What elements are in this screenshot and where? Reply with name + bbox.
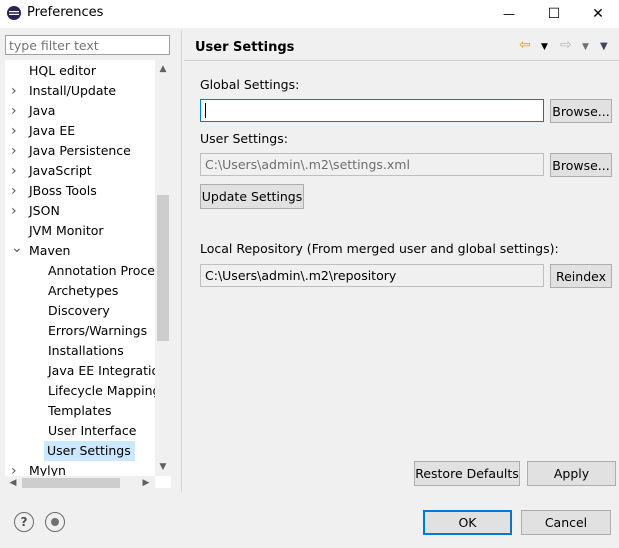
- tree-item-label: Java Persistence: [29, 143, 131, 158]
- collapse-chevron-icon[interactable]: ⌄: [11, 238, 23, 258]
- apply-button[interactable]: Apply: [527, 461, 616, 486]
- user-settings-field[interactable]: C:\Users\admin\.m2\settings.xml: [200, 153, 544, 176]
- help-icon[interactable]: ?: [14, 512, 34, 532]
- tree-hscroll-thumb[interactable]: [22, 478, 120, 488]
- scroll-up-arrow-icon[interactable]: ▲: [156, 62, 170, 76]
- tree-item-label: Errors/Warnings: [48, 323, 148, 338]
- expand-chevron-icon[interactable]: ›: [11, 181, 21, 201]
- ok-button[interactable]: OK: [423, 510, 512, 535]
- minimize-icon: —: [503, 7, 515, 21]
- tree-item-label: Lifecycle Mapping: [48, 383, 161, 398]
- tree-item-label: Archetypes: [48, 283, 119, 298]
- tree-item[interactable]: User Interface: [48, 421, 136, 441]
- global-settings-field[interactable]: [200, 99, 544, 122]
- tree-item-label: Install/Update: [29, 83, 117, 98]
- panel-divider[interactable]: [181, 30, 182, 492]
- tree-scroll-thumb[interactable]: [157, 195, 169, 341]
- tree-item[interactable]: Archetypes: [48, 281, 118, 301]
- text-caret: [205, 103, 206, 118]
- user-settings-label: User Settings:: [200, 131, 288, 146]
- tree-item[interactable]: Errors/Warnings: [48, 321, 147, 341]
- minimize-button[interactable]: —: [488, 0, 530, 28]
- record-icon[interactable]: [45, 512, 65, 532]
- tree-item[interactable]: › Java Persistence: [11, 141, 131, 161]
- tree-item[interactable]: › Java: [11, 101, 56, 121]
- expand-chevron-icon[interactable]: ›: [11, 201, 21, 221]
- tree-item[interactable]: › JBoss Tools: [11, 181, 97, 201]
- restore-defaults-button[interactable]: Restore Defaults: [414, 461, 520, 486]
- expand-chevron-icon[interactable]: ›: [11, 81, 21, 101]
- tree-item-label: JSON: [29, 203, 60, 218]
- tree-item-label: Maven: [29, 243, 71, 258]
- tree-item[interactable]: Discovery: [48, 301, 110, 321]
- tree-item-label: HQL editor: [29, 63, 96, 78]
- tree-item[interactable]: Annotation Proces: [48, 261, 161, 281]
- maximize-icon: ☐: [547, 6, 561, 22]
- close-button[interactable]: ✕: [577, 0, 619, 28]
- tree-item[interactable]: › JavaScript: [11, 161, 92, 181]
- forward-arrow-icon[interactable]: ⇨: [560, 37, 572, 53]
- view-menu-icon[interactable]: ▼: [600, 41, 608, 52]
- tree-item-label: User Settings: [47, 443, 131, 458]
- forward-dropdown-icon[interactable]: ▼: [582, 42, 589, 52]
- tree-item[interactable]: Installations: [48, 341, 124, 361]
- back-dropdown-icon[interactable]: ▼: [541, 42, 548, 52]
- tree-item[interactable]: › Java EE: [11, 121, 76, 141]
- tree-item-label: User Interface: [48, 423, 137, 438]
- tree-item[interactable]: User Settings: [44, 441, 135, 461]
- tree-item-label: Annotation Proces: [48, 263, 162, 278]
- tree-item[interactable]: › JSON: [11, 201, 60, 221]
- back-arrow-icon[interactable]: ⇦: [519, 37, 531, 53]
- tree-item-label: JavaScript: [29, 163, 92, 178]
- tree-item-label: JVM Monitor: [29, 223, 104, 238]
- filter-input[interactable]: [5, 35, 170, 55]
- tree-item[interactable]: Java EE Integratio: [48, 361, 159, 381]
- cancel-button[interactable]: Cancel: [521, 510, 611, 535]
- scroll-left-arrow-icon[interactable]: ◀: [6, 476, 20, 490]
- help-glyph: ?: [20, 515, 28, 529]
- header-separator: [184, 60, 619, 61]
- tree-item[interactable]: Templates: [48, 401, 112, 421]
- tree-item[interactable]: JVM Monitor: [29, 221, 104, 241]
- global-browse-button[interactable]: Browse...: [550, 99, 612, 123]
- local-repository-label: Local Repository (From merged user and g…: [200, 241, 559, 256]
- tree-item-label: Discovery: [48, 303, 110, 318]
- tree-item-label: Java EE Integratio: [48, 363, 160, 378]
- page-title: User Settings: [195, 40, 295, 55]
- tree-item[interactable]: ⌄ Maven: [11, 240, 71, 261]
- tree-item-label: Java: [29, 103, 56, 118]
- eclipse-app-icon: [7, 6, 21, 20]
- expand-chevron-icon[interactable]: ›: [11, 101, 21, 121]
- expand-chevron-icon[interactable]: ›: [11, 141, 21, 161]
- scroll-right-arrow-icon[interactable]: ▶: [139, 476, 153, 490]
- update-settings-button[interactable]: Update Settings: [200, 184, 304, 209]
- tree-item[interactable]: HQL editor: [29, 61, 96, 81]
- tree-item[interactable]: › Install/Update: [11, 81, 117, 101]
- user-browse-button[interactable]: Browse...: [550, 153, 612, 177]
- tree-item-label: Templates: [48, 403, 112, 418]
- global-settings-label: Global Settings:: [200, 77, 300, 92]
- expand-chevron-icon[interactable]: ›: [11, 161, 21, 181]
- record-dot: [51, 518, 59, 526]
- maximize-button[interactable]: ☐: [533, 0, 575, 28]
- tree-item-label: Java EE: [29, 123, 76, 138]
- tree-item[interactable]: Lifecycle Mapping: [48, 381, 160, 401]
- scroll-down-arrow-icon[interactable]: ▼: [156, 460, 170, 474]
- tree-item-label: Installations: [48, 343, 124, 358]
- reindex-button[interactable]: Reindex: [550, 264, 612, 288]
- window-title: Preferences: [27, 5, 104, 20]
- expand-chevron-icon[interactable]: ›: [11, 121, 21, 141]
- preference-tree: HQL editor › Install/Update › Java › Java EE › J…: [5, 60, 171, 488]
- local-repository-field[interactable]: C:\Users\admin\.m2\repository: [200, 264, 544, 287]
- tree-item-label: JBoss Tools: [29, 183, 97, 198]
- close-icon: ✕: [592, 6, 604, 22]
